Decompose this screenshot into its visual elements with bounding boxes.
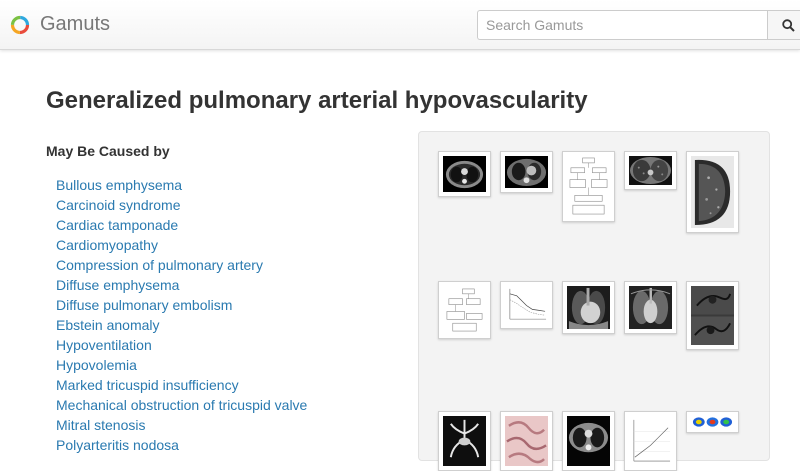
cause-link-mechanical-obstruction-of-tricuspid-valve[interactable]: Mechanical obstruction of tricuspid valv… [56,397,307,413]
cause-link-hypovolemia[interactable]: Hypovolemia [56,357,137,373]
graph-thumbnail[interactable] [500,281,553,329]
pathology-thumbnail[interactable] [500,411,553,471]
causes-list: Bullous emphysema Carcinoid syndrome Car… [56,175,307,455]
ct-lung-thumbnail[interactable] [686,151,739,233]
list-item: Diffuse pulmonary embolism [56,295,307,315]
list-item: Mechanical obstruction of tricuspid valv… [56,395,307,415]
list-item: Hypoventilation [56,335,307,355]
list-item: Bullous emphysema [56,175,307,195]
list-item: Diffuse emphysema [56,275,307,295]
list-item: Mitral stenosis [56,415,307,435]
causes-heading: May Be Caused by [46,143,170,159]
cause-link-compression-of-pulmonary-artery[interactable]: Compression of pulmonary artery [56,257,263,273]
list-item: Cardiomyopathy [56,235,307,255]
perfusion-scan-thumbnail[interactable] [686,411,739,433]
cause-link-hypoventilation[interactable]: Hypoventilation [56,337,152,353]
cause-link-bullous-emphysema[interactable]: Bullous emphysema [56,177,182,193]
chest-radiograph-thumbnail[interactable] [624,281,677,334]
ring-logo-icon[interactable] [10,15,30,35]
cause-link-cardiomyopathy[interactable]: Cardiomyopathy [56,237,158,253]
search-icon [782,19,795,32]
ct-chest-thumbnail[interactable] [500,151,553,193]
cause-link-diffuse-emphysema[interactable]: Diffuse emphysema [56,277,179,293]
brand-name[interactable]: Gamuts [40,13,110,36]
cause-link-marked-tricuspid-insufficiency[interactable]: Marked tricuspid insufficiency [56,377,239,393]
cause-link-ebstein-anomaly[interactable]: Ebstein anomaly [56,317,160,333]
list-item: Carcinoid syndrome [56,195,307,215]
search-input[interactable] [477,10,767,40]
cause-link-cardiac-tamponade[interactable]: Cardiac tamponade [56,217,178,233]
flowchart-thumbnail[interactable] [438,281,491,339]
angiography-thumbnail[interactable] [438,411,491,471]
image-gallery [418,131,770,471]
angiography-thumbnail[interactable] [686,281,739,350]
search-button[interactable] [767,10,800,40]
ct-chest-thumbnail[interactable] [438,151,491,197]
list-item: Cardiac tamponade [56,215,307,235]
chest-radiograph-thumbnail[interactable] [562,281,615,334]
list-item: Compression of pulmonary artery [56,255,307,275]
graph-thumbnail[interactable] [624,411,677,471]
list-item: Polyarteritis nodosa [56,435,307,455]
cause-link-polyarteritis-nodosa[interactable]: Polyarteritis nodosa [56,437,179,453]
cause-link-diffuse-pulmonary-embolism[interactable]: Diffuse pulmonary embolism [56,297,232,313]
cause-link-mitral-stenosis[interactable]: Mitral stenosis [56,417,145,433]
list-item: Ebstein anomaly [56,315,307,335]
ct-chest-thumbnail[interactable] [562,411,615,471]
list-item: Marked tricuspid insufficiency [56,375,307,395]
ct-lungs-thumbnail[interactable] [624,151,677,190]
page-title: Generalized pulmonary arterial hypovascu… [46,87,588,114]
list-item: Hypovolemia [56,355,307,375]
top-navbar: Gamuts [0,0,800,50]
flowchart-thumbnail[interactable] [562,151,615,222]
cause-link-carcinoid-syndrome[interactable]: Carcinoid syndrome [56,197,181,213]
